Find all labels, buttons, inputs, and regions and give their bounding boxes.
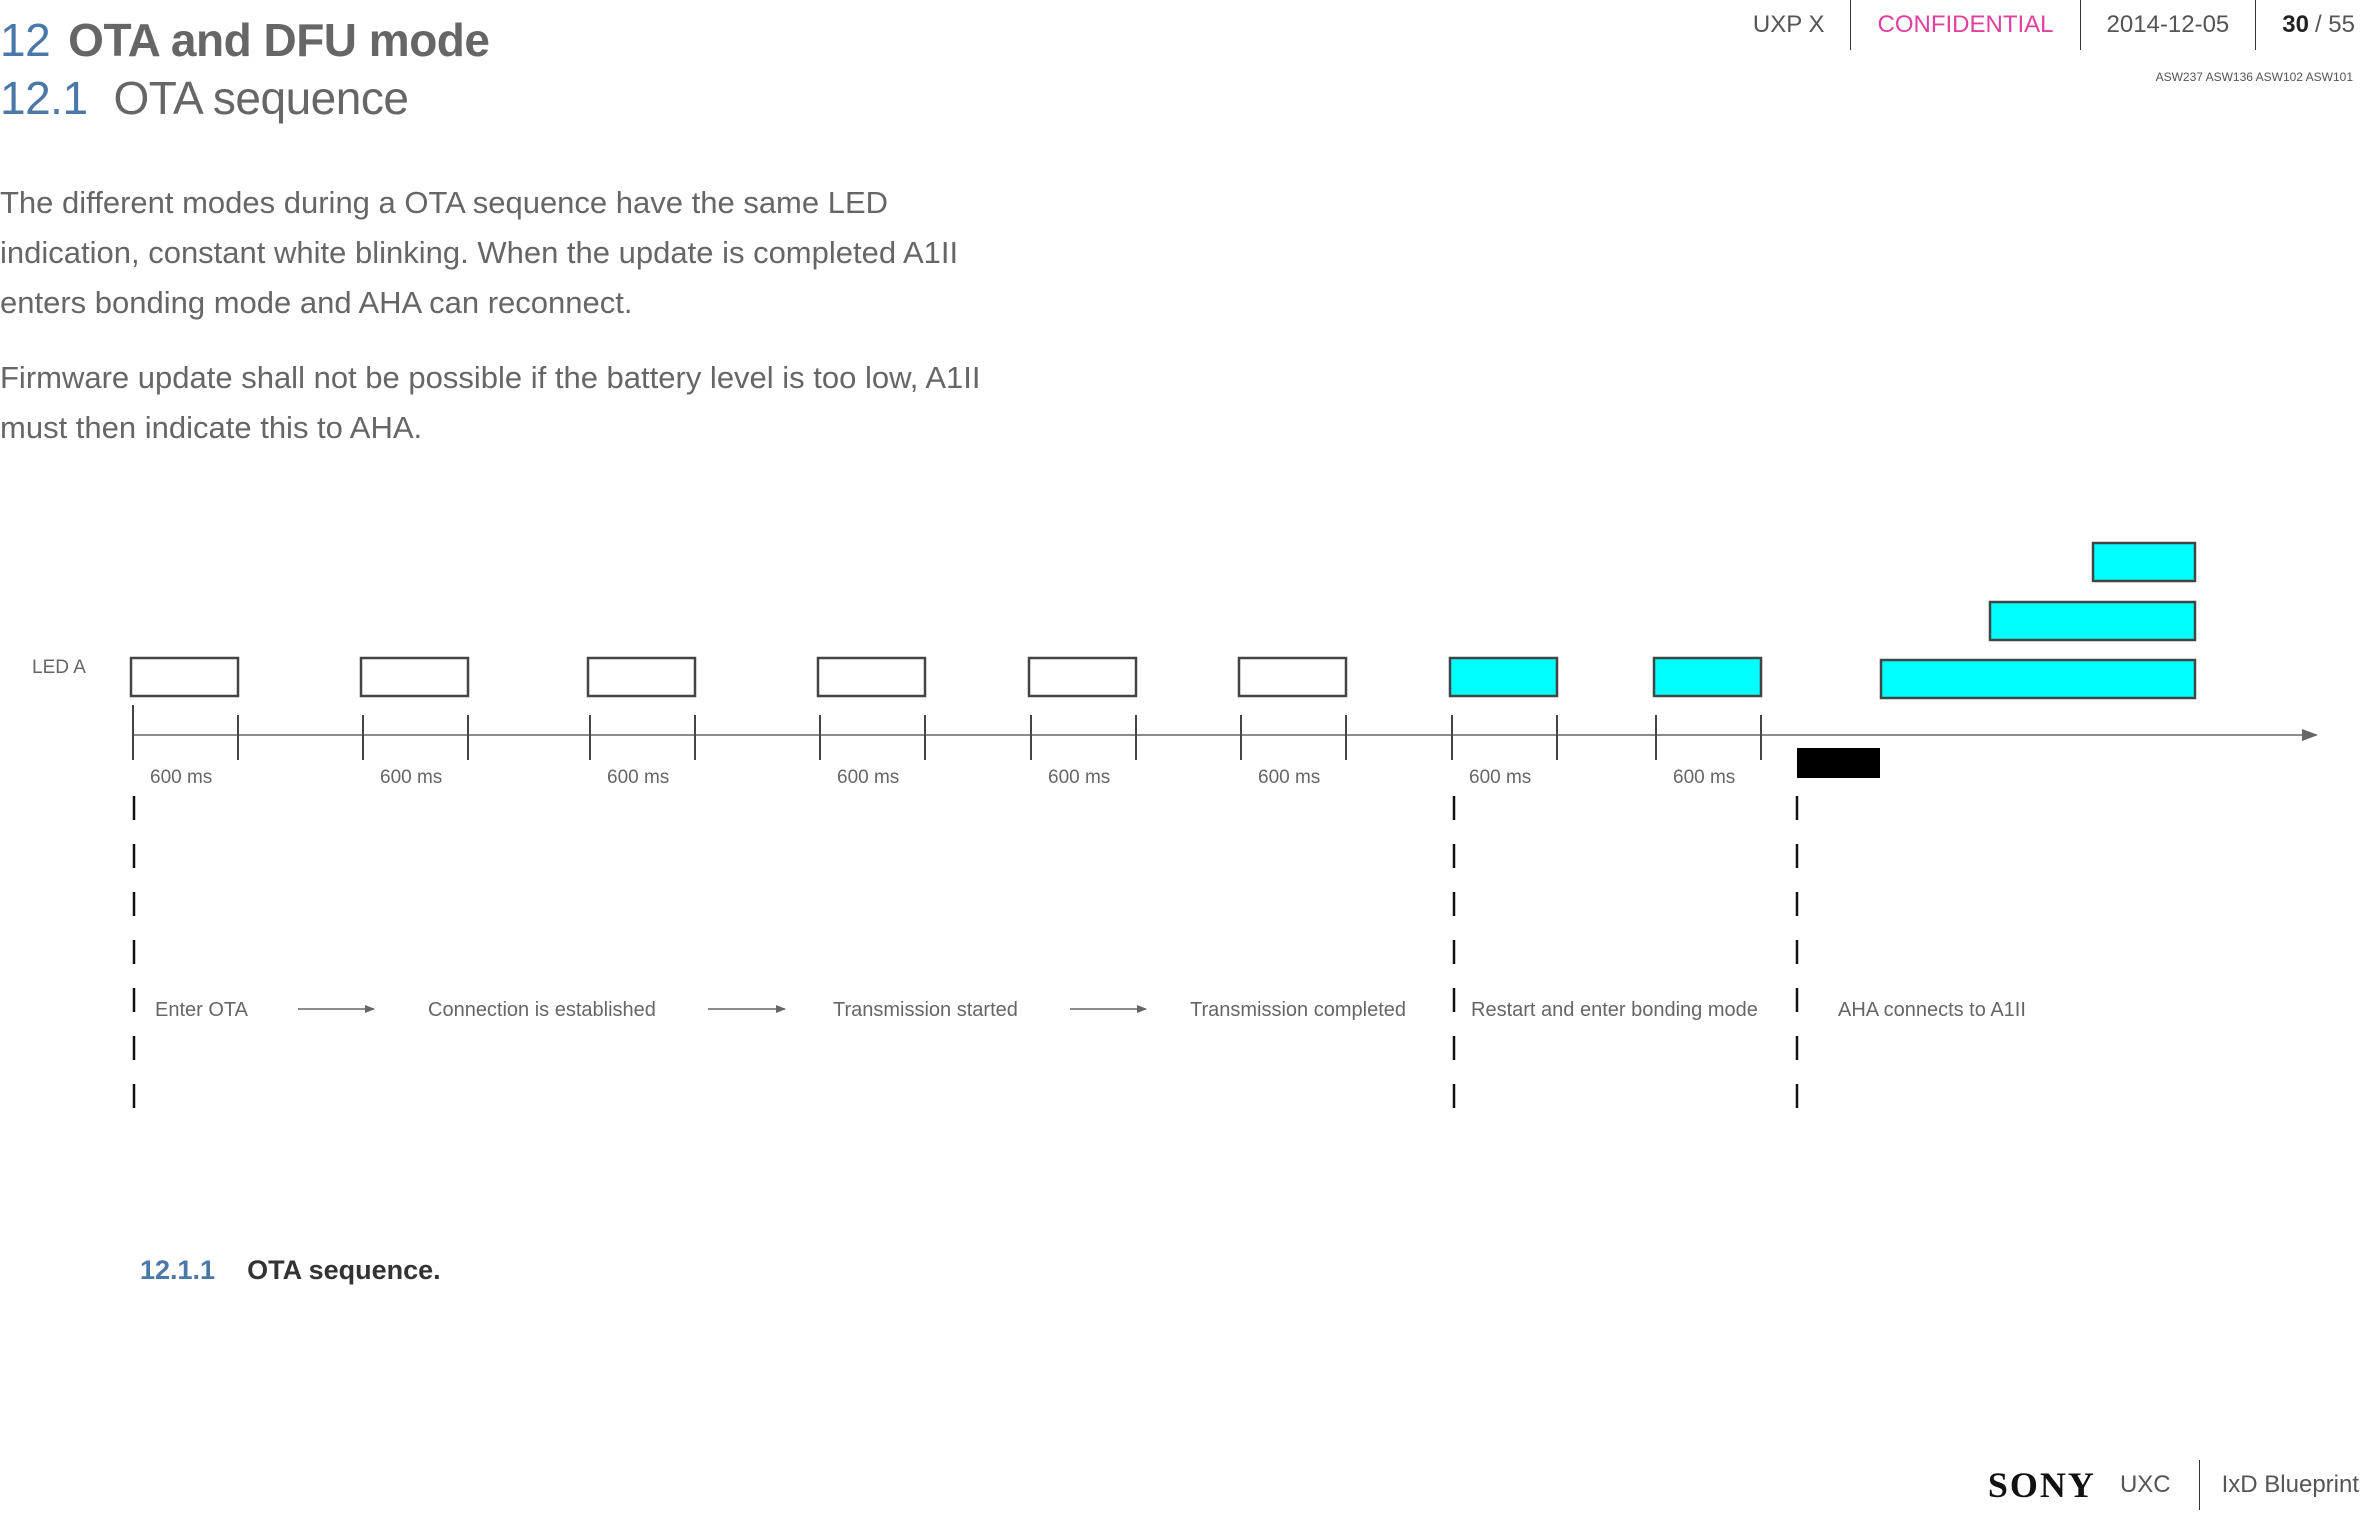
stacked-led-bar bbox=[1988, 600, 2197, 642]
pulse-duration-label: 600 ms bbox=[607, 767, 669, 788]
footer: SONY UXC IxD Blueprint bbox=[1988, 1455, 2361, 1515]
connection-marker bbox=[1797, 748, 1880, 778]
led-pulse bbox=[129, 656, 240, 698]
chapter-heading: 12 OTA and DFU mode bbox=[0, 10, 490, 70]
led-pulse bbox=[586, 656, 697, 698]
phase-label: Restart and enter bonding mode bbox=[1471, 999, 1758, 1021]
body-text: The different modes during a OTA sequenc… bbox=[0, 178, 1000, 478]
document-date: 2014-12-05 bbox=[2079, 0, 2256, 50]
pulse-duration-label: 600 ms bbox=[1469, 767, 1531, 788]
phase-dividers bbox=[132, 796, 1799, 1115]
stacked-led-bar bbox=[2091, 541, 2197, 583]
led-pulse bbox=[1027, 656, 1138, 698]
phase-label: Transmission started bbox=[833, 999, 1018, 1021]
page-number: 30/ 55 bbox=[2255, 0, 2361, 50]
led-pulse bbox=[1652, 656, 1763, 698]
paragraph: The different modes during a OTA sequenc… bbox=[0, 185, 959, 320]
sony-logo: SONY bbox=[1987, 1465, 2096, 1505]
section-heading: 12.1 OTA sequence bbox=[0, 68, 409, 128]
page-current: 30 bbox=[2282, 11, 2309, 38]
paragraph: Firmware update shall not be possible if… bbox=[0, 360, 981, 445]
page-total: / 55 bbox=[2314, 11, 2355, 38]
pulse-duration-label: 600 ms bbox=[1258, 767, 1320, 788]
pulses: 600 ms 600 ms 600 ms 600 ms 600 ms 600 ms 600 … bbox=[129, 656, 1763, 788]
chapter-number: 12 bbox=[0, 14, 51, 66]
project-name: UXP X bbox=[1752, 11, 1825, 38]
led-label: LED A bbox=[32, 657, 86, 678]
section-number: 12.1 bbox=[0, 72, 88, 124]
footer-document: IxD Blueprint bbox=[2221, 1471, 2359, 1498]
phase-label: Connection is established bbox=[428, 999, 656, 1021]
requirement-ids: ASW237 ASW136 ASW102 ASW101 bbox=[2155, 70, 2353, 84]
stacked-led-bar bbox=[1879, 658, 2197, 700]
chapter-title: OTA and DFU mode bbox=[68, 14, 490, 66]
timeline-arrowhead-icon bbox=[2302, 729, 2318, 741]
ota-sequence-diagram: LED A 600 ms 600 ms 600 ms 600 ms 600 ms 600 … bbox=[0, 520, 2361, 1140]
section-title: OTA sequence bbox=[113, 72, 409, 124]
phase-label: Transmission completed bbox=[1190, 999, 1406, 1021]
phase-labels: Enter OTA Connection is established Transm… bbox=[155, 999, 2026, 1021]
classification-label: CONFIDENTIAL bbox=[1850, 0, 2079, 50]
document-meta-bar: UXP X CONFIDENTIAL 2014-12-05 30/ 55 bbox=[1727, 0, 2361, 50]
pulse-duration-label: 600 ms bbox=[1048, 767, 1110, 788]
stacked-bars bbox=[1879, 541, 2197, 700]
led-pulse bbox=[1448, 656, 1559, 698]
led-pulse bbox=[816, 656, 927, 698]
figure-caption: 12.1.1 OTA sequence. bbox=[140, 1255, 441, 1286]
ota-sequence-svg: LED A 600 ms 600 ms 600 ms 600 ms 600 ms 600 … bbox=[32, 541, 2318, 1115]
phase-label: AHA connects to A1II bbox=[1838, 999, 2026, 1021]
footer-unit: UXC bbox=[2120, 1460, 2200, 1510]
caption-title: OTA sequence. bbox=[247, 1255, 441, 1285]
led-pulse bbox=[359, 656, 470, 698]
pulse-duration-label: 600 ms bbox=[1673, 767, 1735, 788]
pulse-duration-label: 600 ms bbox=[837, 767, 899, 788]
pulse-duration-label: 600 ms bbox=[150, 767, 212, 788]
pulse-duration-label: 600 ms bbox=[380, 767, 442, 788]
caption-number: 12.1.1 bbox=[140, 1255, 216, 1285]
phase-label: Enter OTA bbox=[155, 999, 249, 1021]
led-pulse bbox=[1237, 656, 1348, 698]
